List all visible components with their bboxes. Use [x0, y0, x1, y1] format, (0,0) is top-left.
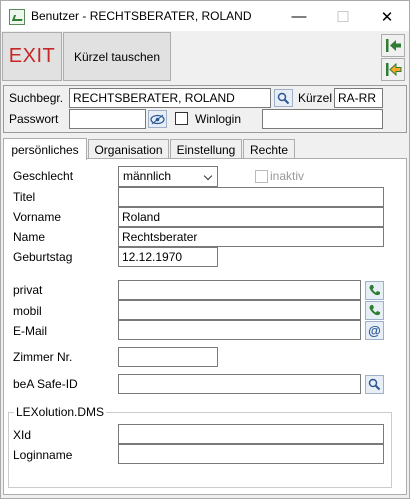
inaktiv-label: inaktiv	[270, 169, 305, 183]
name-input[interactable]: Rechtsberater	[118, 227, 384, 247]
app-icon	[9, 9, 25, 25]
bea-search-button[interactable]	[365, 375, 384, 394]
geschlecht-select[interactable]: männlich	[118, 166, 218, 187]
search-icon	[277, 92, 290, 104]
name-label: Name	[13, 230, 46, 244]
minimize-button[interactable]: —	[277, 1, 321, 32]
search-icon	[368, 378, 381, 391]
password-label: Passwort	[9, 112, 59, 126]
xid-label: XId	[13, 428, 32, 442]
kuerzel-input[interactable]: RA-RR	[334, 88, 383, 108]
at-sign-icon: @	[368, 323, 381, 338]
kuerzel-label: Kürzel	[298, 91, 333, 105]
arrow-left-bar-icon	[386, 39, 401, 52]
privat-label: privat	[13, 283, 43, 297]
phone-icon	[369, 305, 380, 316]
email-label: E-Mail	[13, 324, 48, 338]
eye-icon	[150, 114, 165, 124]
email-input[interactable]	[118, 320, 361, 340]
send-email-button[interactable]: @	[365, 321, 384, 340]
zimmer-label: Zimmer Nr.	[13, 350, 73, 364]
winlogin-checkbox[interactable]	[175, 112, 188, 125]
close-button[interactable]: ✕	[365, 1, 409, 32]
title-bar: Benutzer - RECHTSBERATER, ROLAND — ☐ ✕	[0, 0, 410, 31]
search-label: Suchbegr.	[9, 91, 64, 105]
inaktiv-checkbox[interactable]	[255, 170, 268, 183]
nav-first-button[interactable]	[381, 34, 405, 57]
vorname-label: Vorname	[13, 210, 62, 224]
tab-rechte[interactable]: Rechte	[243, 139, 295, 159]
tab-organisation[interactable]: Organisation	[88, 139, 169, 159]
winlogin-input[interactable]	[262, 109, 383, 129]
bea-label: beA Safe-ID	[13, 377, 78, 391]
geburtstag-input[interactable]: 12.12.1970	[118, 247, 218, 267]
privat-phone-input[interactable]	[118, 280, 361, 300]
bea-safe-id-input[interactable]	[118, 374, 361, 394]
xid-input[interactable]	[118, 424, 384, 444]
zimmer-input[interactable]	[118, 347, 218, 367]
loginname-input[interactable]	[118, 444, 384, 464]
loginname-label: Loginname	[13, 448, 73, 462]
vorname-input[interactable]: Roland	[118, 207, 384, 227]
titel-input[interactable]	[118, 187, 384, 207]
maximize-button[interactable]: ☐	[321, 1, 365, 32]
search-button[interactable]	[274, 89, 293, 107]
call-privat-button[interactable]	[365, 281, 384, 300]
show-password-button[interactable]	[148, 110, 167, 128]
nav-previous-button[interactable]	[381, 58, 405, 81]
winlogin-label: Winlogin	[195, 112, 242, 126]
tab-einstellung[interactable]: Einstellung	[170, 139, 242, 159]
swap-kuerzel-button[interactable]: Kürzel tauschen	[63, 32, 171, 81]
password-input[interactable]	[69, 109, 146, 129]
titel-label: Titel	[13, 190, 36, 204]
mobil-phone-input[interactable]	[118, 300, 361, 320]
geschlecht-label: Geschlecht	[13, 169, 74, 183]
phone-icon	[369, 285, 380, 296]
call-mobil-button[interactable]	[365, 301, 384, 320]
exit-button[interactable]: EXIT	[2, 32, 62, 81]
search-input[interactable]: RECHTSBERATER, ROLAND	[69, 88, 271, 108]
mobil-label: mobil	[13, 304, 42, 318]
arrow-left-icon	[386, 62, 402, 77]
dms-group-label: LEXolution.DMS	[14, 405, 107, 419]
window-title: Benutzer - RECHTSBERATER, ROLAND	[31, 9, 252, 23]
tab-persoenliches[interactable]: persönliches	[3, 138, 87, 160]
geburtstag-label: Geburtstag	[13, 250, 73, 264]
